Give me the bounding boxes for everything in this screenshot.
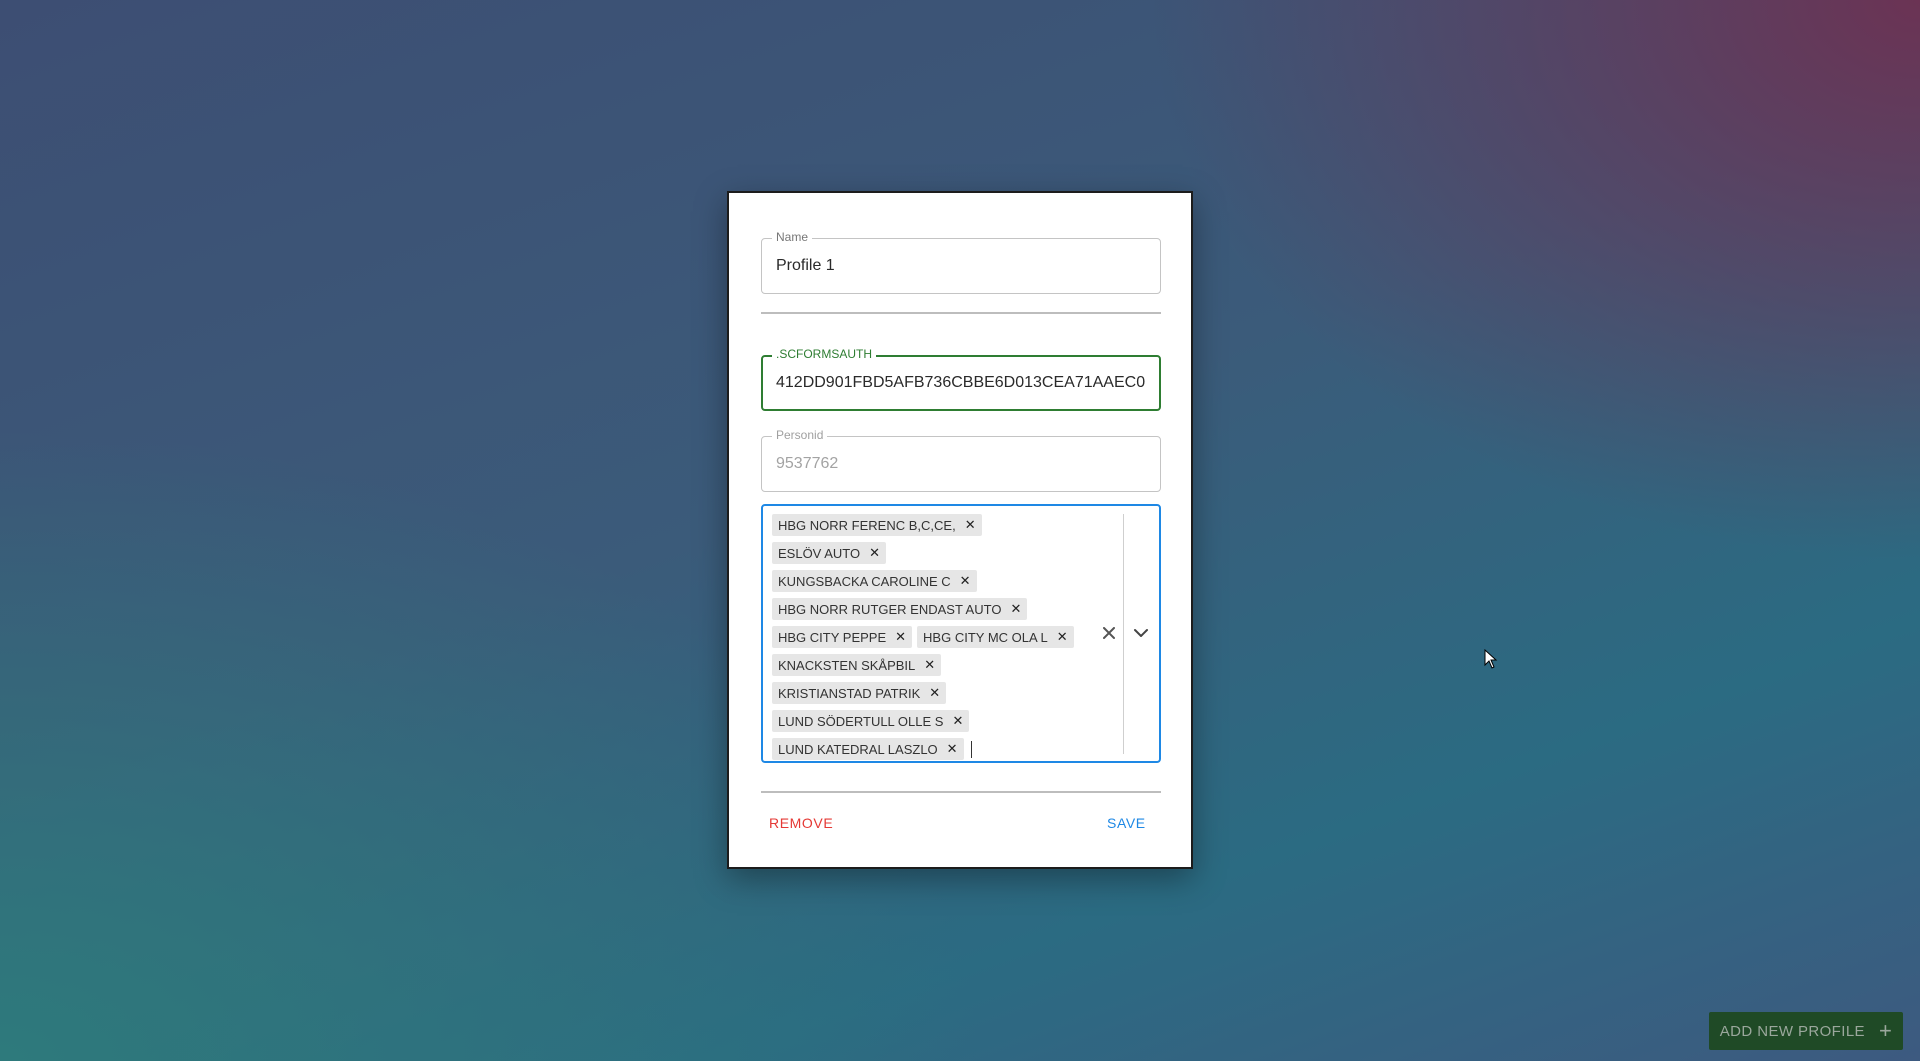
save-button[interactable]: SAVE [1099, 811, 1154, 835]
name-field[interactable]: Name Profile 1 [761, 230, 1161, 294]
tag-list: HBG NORR FERENC B,C,CE, ✕ ESLÖV AUTO ✕ K… [772, 511, 1092, 763]
clear-all-icon[interactable] [1100, 624, 1118, 642]
personid-input: 9537762 [776, 455, 839, 472]
personid-field: Personid 9537762 [761, 428, 1161, 492]
tag-label: ESLÖV AUTO [778, 545, 861, 561]
add-new-profile-label: ADD NEW PROFILE [1719, 1022, 1865, 1040]
remove-tag-icon[interactable]: ✕ [960, 573, 971, 589]
tag-chip: HBG NORR RUTGER ENDAST AUTO ✕ [772, 598, 1028, 620]
profile-card: Name Profile 1 .SCFORMSAUTH 412DD901FBD5… [727, 191, 1193, 869]
tag-label: HBG CITY MC OLA L [923, 629, 1048, 645]
location-multiselect[interactable]: HBG NORR FERENC B,C,CE, ✕ ESLÖV AUTO ✕ K… [761, 504, 1161, 763]
tag-label: KNACKSTEN SKÅPBIL [778, 657, 916, 673]
text-caret[interactable] [970, 740, 972, 758]
tag-chip: HBG CITY MC OLA L ✕ [917, 626, 1074, 648]
remove-tag-icon[interactable]: ✕ [895, 629, 906, 645]
tag-chip: HBG NORR FERENC B,C,CE, ✕ [772, 514, 982, 536]
scformsauth-label: .SCFORMSAUTH [772, 347, 876, 361]
add-new-profile-button[interactable]: ADD NEW PROFILE + [1709, 1012, 1903, 1050]
tag-chip: KNACKSTEN SKÅPBIL ✕ [772, 654, 942, 676]
remove-tag-icon[interactable]: ✕ [952, 713, 963, 729]
tag-label: LUND KATEDRAL LASZLO [778, 741, 938, 757]
scformsauth-field[interactable]: .SCFORMSAUTH 412DD901FBD5AFB736CBBE6D013… [761, 347, 1161, 411]
plus-icon: + [1878, 1018, 1893, 1043]
indicator-separator [1123, 514, 1124, 754]
mouse-cursor-icon [1484, 649, 1498, 669]
personid-label: Personid [772, 428, 828, 442]
remove-tag-icon[interactable]: ✕ [924, 657, 935, 673]
remove-tag-icon[interactable]: ✕ [1057, 629, 1068, 645]
tag-label: KUNGSBACKA CAROLINE C [778, 573, 951, 589]
remove-button[interactable]: REMOVE [761, 811, 841, 835]
chevron-down-icon[interactable] [1129, 623, 1153, 643]
remove-tag-icon[interactable]: ✕ [965, 517, 976, 533]
divider [761, 791, 1161, 793]
remove-tag-icon[interactable]: ✕ [869, 545, 880, 561]
name-input[interactable]: Profile 1 [776, 257, 1146, 275]
tag-label: HBG NORR RUTGER ENDAST AUTO [778, 601, 1002, 617]
tag-label: KRISTIANSTAD PATRIK [778, 685, 921, 701]
scformsauth-input[interactable]: 412DD901FBD5AFB736CBBE6D013CEA71AAEC0 [776, 374, 1145, 392]
tag-label: HBG CITY PEPPE [778, 629, 887, 645]
remove-tag-icon[interactable]: ✕ [947, 741, 958, 757]
tag-chip: LUND SÖDERTULL OLLE S ✕ [772, 710, 970, 732]
tag-chip: KRISTIANSTAD PATRIK ✕ [772, 682, 947, 704]
tag-label: HBG NORR FERENC B,C,CE, [778, 517, 956, 533]
divider [761, 312, 1161, 314]
tag-chip: LUND KATEDRAL LASZLO ✕ [772, 738, 964, 760]
remove-tag-icon[interactable]: ✕ [929, 685, 940, 701]
tag-chip: HBG CITY PEPPE ✕ [772, 626, 913, 648]
tag-chip: ESLÖV AUTO ✕ [772, 542, 887, 564]
tag-label: LUND SÖDERTULL OLLE S [778, 713, 944, 729]
remove-tag-icon[interactable]: ✕ [1010, 601, 1021, 617]
tag-chip: KUNGSBACKA CAROLINE C ✕ [772, 570, 977, 592]
name-label: Name [772, 230, 813, 244]
